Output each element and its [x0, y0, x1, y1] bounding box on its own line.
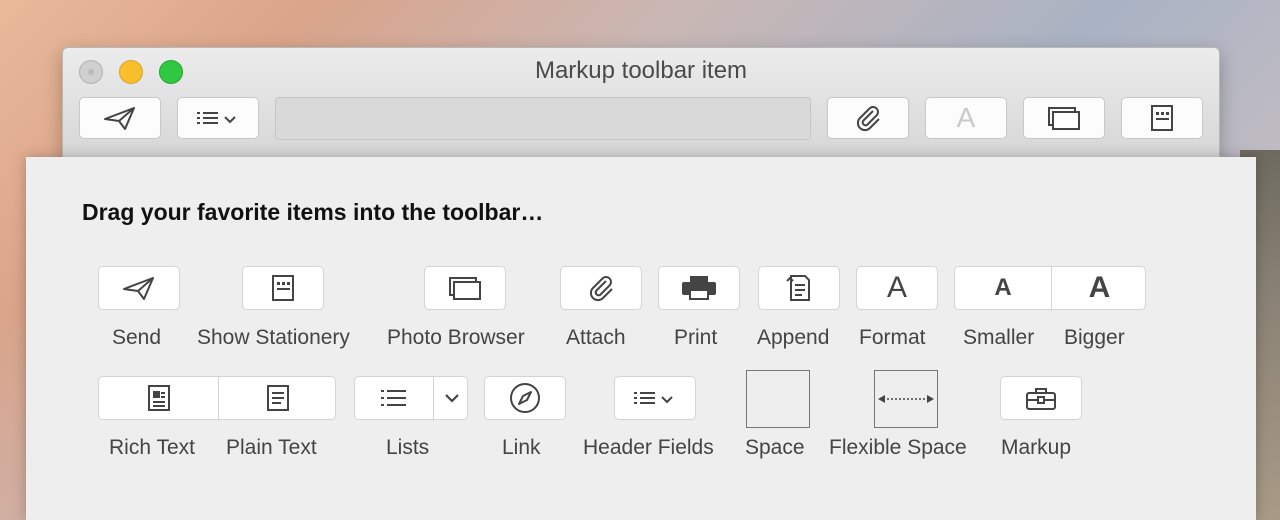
flexible-space-box[interactable] [874, 370, 938, 428]
plain-text-button[interactable] [219, 377, 337, 419]
lists-dropdown-button[interactable] [434, 377, 469, 419]
printer-icon [681, 275, 717, 301]
show-stationery-label: Show Stationery [197, 326, 350, 349]
flexible-space-label: Flexible Space [829, 436, 967, 459]
toolbar-photo-browser-button[interactable] [1023, 97, 1105, 139]
list-chevron-icon [632, 388, 678, 408]
send-button[interactable] [98, 266, 180, 310]
toolbar-send-button[interactable] [79, 97, 161, 139]
space-label: Space [745, 436, 805, 459]
header-fields-label: Header Fields [583, 436, 714, 459]
plain-text-label: Plain Text [226, 436, 317, 459]
list-chevron-icon [195, 108, 241, 128]
paperclip-icon [853, 103, 883, 133]
format-button[interactable]: A [856, 266, 938, 310]
format-label: Format [859, 326, 926, 349]
photo-stack-icon [448, 275, 482, 301]
toolbar-format-button[interactable]: A [925, 97, 1007, 139]
font-a-icon: A [886, 271, 907, 304]
toolbar-attach-button[interactable] [827, 97, 909, 139]
window-title: Markup toolbar item [534, 57, 748, 84]
font-bigger-icon: A [1088, 271, 1111, 304]
header-fields-button[interactable] [614, 376, 696, 420]
print-label: Print [674, 326, 718, 349]
plain-text-icon [265, 384, 291, 412]
attach-label: Attach [566, 326, 626, 349]
photo-stack-icon [1047, 105, 1081, 131]
paper-plane-icon [122, 275, 156, 301]
smaller-label: Smaller [963, 326, 1035, 349]
bigger-label: Bigger [1064, 326, 1125, 349]
sheet-heading: Drag your favorite items into the toolba… [82, 199, 544, 225]
toolbar-flexible-field [275, 97, 811, 140]
link-label: Link [502, 436, 541, 459]
link-button[interactable] [484, 376, 566, 420]
rich-text-label: Rich Text [109, 436, 195, 459]
toolbar-show-stationery-button[interactable] [1121, 97, 1203, 139]
rich-plain-text-segmented[interactable] [98, 376, 337, 421]
rich-text-icon [146, 384, 172, 412]
attach-button[interactable] [560, 266, 642, 310]
print-button[interactable] [658, 266, 740, 310]
toolbox-icon [1025, 385, 1057, 411]
bigger-button[interactable]: A [1052, 267, 1147, 309]
lists-button[interactable] [354, 376, 469, 421]
markup-label: Markup [1001, 436, 1072, 459]
stationery-icon [270, 274, 296, 302]
space-box[interactable] [746, 370, 810, 428]
compass-icon [509, 382, 541, 414]
photo-browser-label: Photo Browser [387, 326, 525, 349]
paper-plane-icon [103, 105, 137, 131]
font-a-icon: A [956, 102, 976, 133]
list-icon [380, 387, 408, 409]
flexible-space-arrow-icon [877, 393, 935, 405]
stationery-icon [1149, 104, 1175, 132]
smaller-bigger-segmented[interactable]: A A [954, 266, 1147, 311]
append-button[interactable] [758, 266, 840, 310]
mail-window: Markup toolbar item A [62, 47, 1220, 159]
smaller-button[interactable]: A [955, 267, 1051, 309]
send-label: Send [112, 326, 162, 349]
markup-button[interactable] [1000, 376, 1082, 420]
show-stationery-button[interactable] [242, 266, 324, 310]
paperclip-icon [586, 273, 616, 303]
font-smaller-icon: A [994, 274, 1012, 301]
rich-text-button[interactable] [99, 377, 218, 419]
chevron-down-icon [444, 393, 459, 403]
photo-browser-button[interactable] [424, 266, 506, 310]
lists-label: Lists [386, 436, 430, 459]
toolbar-header-fields-button[interactable] [177, 97, 259, 139]
customize-toolbar-sheet: Drag your favorite items into the toolba… [26, 157, 1256, 520]
lists-main-button[interactable] [355, 377, 433, 419]
append-label: Append [757, 326, 830, 349]
append-icon [785, 273, 813, 303]
